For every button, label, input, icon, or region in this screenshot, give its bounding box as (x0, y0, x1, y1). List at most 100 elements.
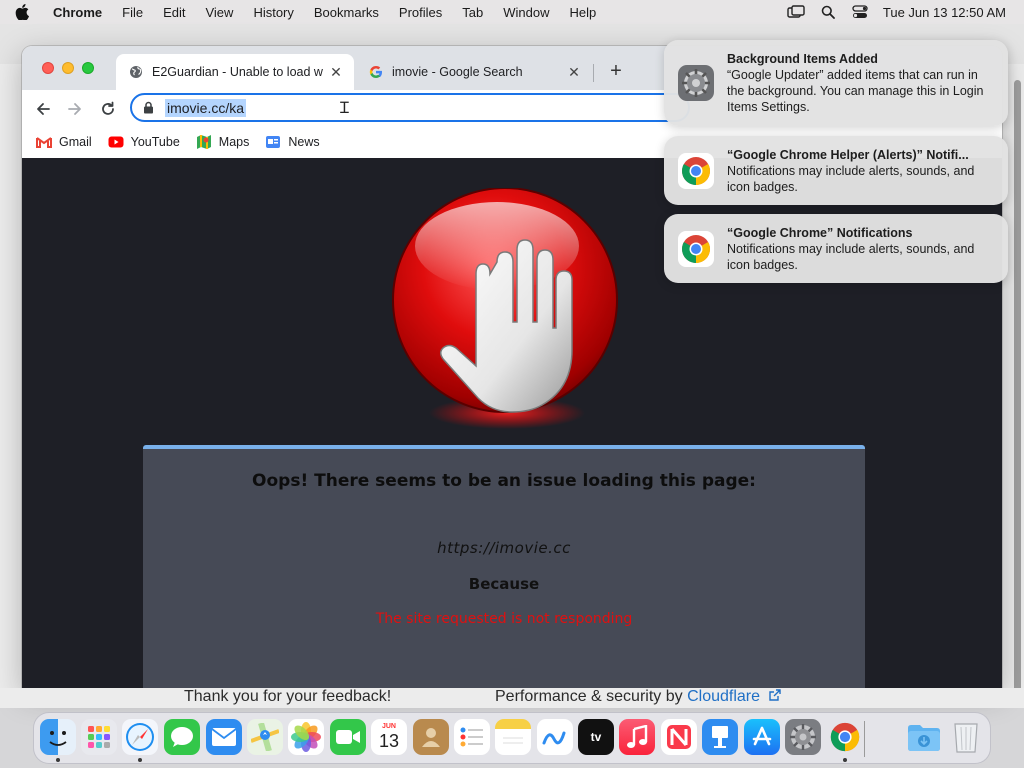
feedback-text: Thank you for your feedback! (184, 688, 392, 705)
chrome-dock-icon[interactable] (827, 719, 863, 755)
control-center-icon[interactable] (851, 5, 869, 19)
block-reason: The site requested is not responding (375, 611, 633, 627)
calendar-icon[interactable]: JUN 13 (371, 719, 407, 755)
close-tab-icon[interactable]: ✕ (328, 64, 344, 80)
bookmark-news[interactable]: News (265, 134, 320, 150)
news-icon (265, 134, 281, 150)
trash-icon[interactable] (948, 719, 984, 755)
tab-google-search[interactable]: imovie - Google Search ✕ (356, 54, 592, 90)
contacts-icon[interactable] (413, 719, 449, 755)
text-cursor-icon: Ɪ (340, 98, 349, 117)
calendar-month: JUN (381, 723, 396, 730)
system-settings-icon (677, 64, 715, 102)
window-controls (42, 62, 94, 74)
safari-icon[interactable] (122, 719, 158, 755)
back-arrow-icon (37, 103, 50, 115)
menu-help[interactable]: Help (560, 5, 607, 20)
close-tab-icon[interactable]: ✕ (566, 64, 582, 80)
chrome-icon (677, 152, 715, 190)
menu-edit[interactable]: Edit (153, 5, 195, 20)
apple-tv-icon[interactable]: tv (578, 719, 614, 755)
address-bar[interactable]: imovie.cc/ka (130, 93, 690, 122)
because-label: Because (468, 575, 540, 593)
error-heading: Oops! There seems to be an issue loading… (252, 471, 756, 491)
lock-icon[interactable] (143, 101, 157, 114)
menu-bookmarks[interactable]: Bookmarks (304, 5, 389, 20)
new-tab-button[interactable]: + (605, 60, 627, 82)
apple-tv-label: tv (590, 730, 602, 744)
tab-e2guardian[interactable]: E2Guardian - Unable to load w ✕ (116, 54, 354, 90)
zoom-window-button[interactable] (82, 62, 94, 74)
photos-icon[interactable] (288, 719, 324, 755)
notification-chrome-helper[interactable]: “Google Chrome Helper (Alerts)” Notifi..… (664, 136, 1008, 205)
menu-app-name[interactable]: Chrome (44, 5, 112, 20)
background-scrollbar[interactable] (1014, 80, 1021, 700)
mail-icon[interactable] (206, 719, 242, 755)
system-settings-dock-icon[interactable] (785, 719, 821, 755)
running-indicator (138, 758, 142, 762)
notification-title: “Google Chrome” Notifications (727, 225, 913, 240)
reminders-icon[interactable] (454, 719, 490, 755)
menu-view[interactable]: View (195, 5, 243, 20)
back-button[interactable] (31, 97, 55, 121)
cloudflare-credit: Performance & security by Cloudflare (495, 688, 782, 706)
external-link-icon (769, 689, 782, 701)
tab-title: imovie - Google Search (392, 65, 523, 79)
cloudflare-prefix: Performance & security by (495, 688, 688, 705)
maps-icon (196, 134, 212, 150)
menu-tab[interactable]: Tab (452, 5, 493, 20)
music-icon[interactable] (619, 719, 655, 755)
spotlight-search-icon[interactable] (819, 5, 837, 19)
notes-icon[interactable] (495, 719, 531, 755)
forward-button[interactable] (63, 97, 87, 121)
bookmark-youtube[interactable]: YouTube (108, 134, 180, 150)
reload-button[interactable] (96, 97, 120, 121)
apple-menu-icon[interactable] (0, 4, 44, 20)
maps-app-icon[interactable] (247, 719, 283, 755)
bookmark-gmail[interactable]: Gmail (36, 134, 92, 150)
forward-arrow-icon (68, 103, 81, 115)
globe-icon (128, 64, 144, 80)
news-app-icon[interactable] (661, 719, 697, 755)
bookmark-label: YouTube (130, 135, 180, 149)
notification-body: Notifications may include alerts, sounds… (727, 241, 975, 272)
screen-mirroring-icon[interactable] (787, 5, 805, 19)
menubar-clock[interactable]: Tue Jun 13 12:50 AM (883, 5, 1006, 20)
background-page-footer: Thank you for your feedback! Performance… (0, 688, 1024, 708)
freeform-icon[interactable] (537, 719, 573, 755)
messages-icon[interactable] (164, 719, 200, 755)
menu-bar: Chrome File Edit View History Bookmarks … (0, 0, 1024, 24)
bookmark-label: News (288, 135, 320, 149)
close-window-button[interactable] (42, 62, 54, 74)
finder-icon[interactable] (40, 719, 76, 755)
facetime-icon[interactable] (330, 719, 366, 755)
url-text[interactable]: imovie.cc/ka (165, 98, 247, 117)
bookmark-maps[interactable]: Maps (196, 134, 250, 150)
blocked-site-url: https://imovie.cc (437, 539, 571, 557)
error-panel: Oops! There seems to be an issue loading… (143, 445, 865, 688)
stop-hand-icon (387, 187, 627, 433)
menu-profiles[interactable]: Profiles (389, 5, 452, 20)
downloads-folder-icon[interactable] (906, 719, 942, 755)
chrome-icon (677, 230, 715, 268)
google-icon (368, 64, 384, 80)
notification-title: “Google Chrome Helper (Alerts)” Notifi..… (727, 147, 969, 162)
bookmark-label: Maps (218, 135, 250, 149)
app-store-icon[interactable] (744, 719, 780, 755)
minimize-window-button[interactable] (62, 62, 74, 74)
notification-body: Notifications may include alerts, sounds… (727, 163, 975, 194)
menu-window[interactable]: Window (493, 5, 559, 20)
keynote-icon[interactable] (702, 719, 738, 755)
bookmark-label: Gmail (59, 135, 92, 149)
notification-background-items[interactable]: Background Items Added “Google Updater” … (664, 40, 1008, 126)
tab-separator (593, 64, 594, 82)
calendar-day: 13 (378, 731, 400, 751)
notification-chrome[interactable]: “Google Chrome” Notifications Notificati… (664, 214, 1008, 283)
menu-file[interactable]: File (112, 5, 153, 20)
youtube-icon (108, 134, 124, 150)
notification-title: Background Items Added (727, 52, 878, 66)
cloudflare-link[interactable]: Cloudflare (687, 688, 760, 705)
dock-separator (864, 721, 865, 757)
menu-history[interactable]: History (243, 5, 303, 20)
launchpad-icon[interactable] (81, 719, 117, 755)
